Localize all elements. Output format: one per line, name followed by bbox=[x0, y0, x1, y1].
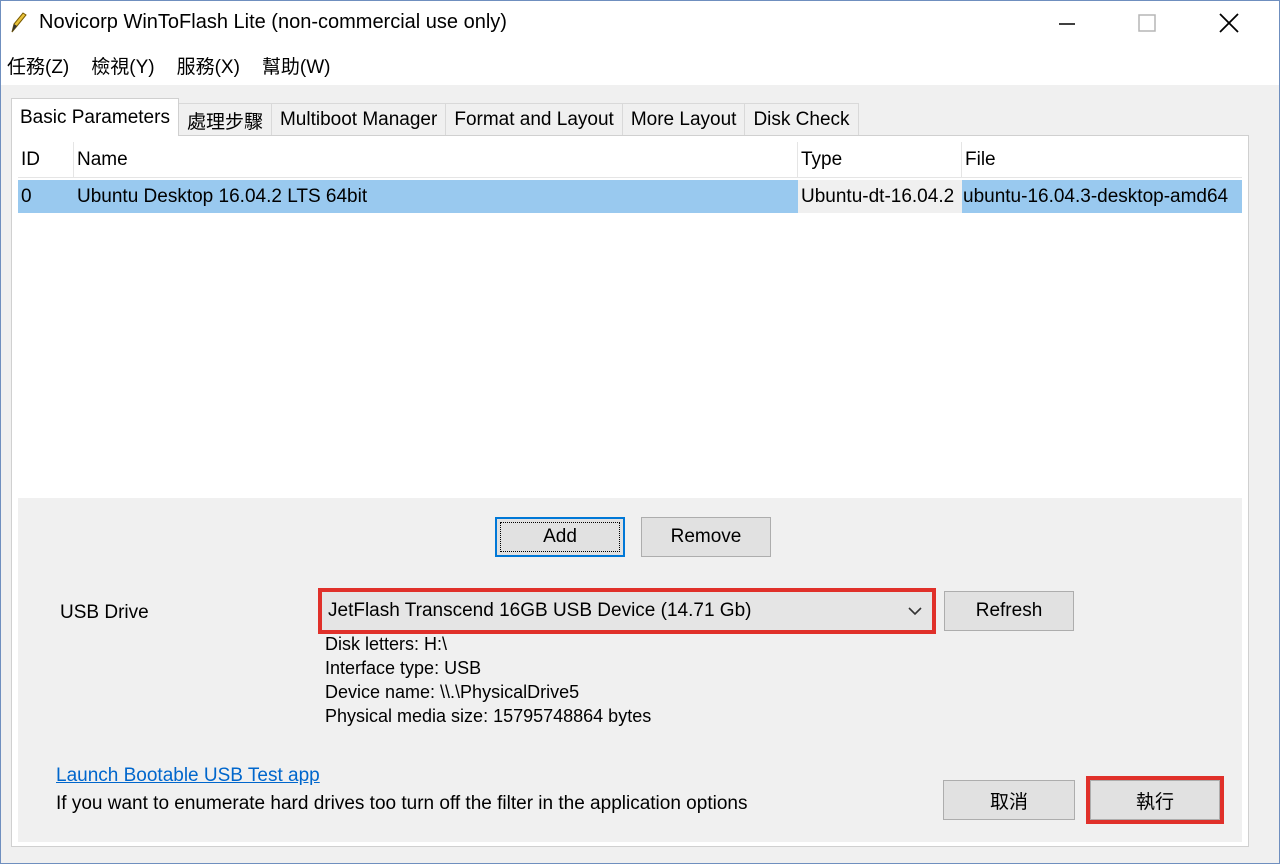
cell-file: ubuntu-16.04.3-desktop-amd64 bbox=[963, 185, 1229, 207]
tab-strip: Basic Parameters 處理步驟 Multiboot Manager … bbox=[11, 98, 859, 136]
app-window: Novicorp WinToFlash Lite (non-commercial… bbox=[0, 0, 1280, 864]
maximize-button[interactable] bbox=[1107, 1, 1187, 45]
menu-help[interactable]: 幫助(W) bbox=[254, 52, 339, 79]
interface-type: Interface type: USB bbox=[325, 658, 482, 678]
tab-more-layout[interactable]: More Layout bbox=[621, 103, 746, 136]
pencil-app-icon bbox=[7, 11, 29, 35]
minimize-icon bbox=[1059, 23, 1075, 25]
close-button[interactable] bbox=[1189, 1, 1269, 45]
execute-highlight: 執行 bbox=[1086, 776, 1224, 824]
tab-format-and-layout[interactable]: Format and Layout bbox=[445, 103, 623, 136]
settings-area: Add Remove USB Drive JetFlash Transcend … bbox=[18, 498, 1242, 842]
cancel-button[interactable]: 取消 bbox=[943, 780, 1075, 820]
menu-view[interactable]: 檢視(Y) bbox=[83, 52, 162, 79]
cell-type: Ubuntu-dt-16.04.2 bbox=[798, 180, 962, 213]
disk-info: Disk letters: H:\ Interface type: USB De… bbox=[325, 632, 651, 728]
usb-drive-select[interactable]: JetFlash Transcend 16GB USB Device (14.7… bbox=[318, 588, 936, 634]
refresh-button[interactable]: Refresh bbox=[944, 591, 1074, 631]
table-row[interactable]: 0 Ubuntu Desktop 16.04.2 LTS 64bit Ubunt… bbox=[18, 180, 1242, 213]
minimize-button[interactable] bbox=[1027, 1, 1107, 45]
column-header-type[interactable]: Type bbox=[798, 142, 962, 178]
column-header-name[interactable]: Name bbox=[74, 142, 798, 178]
usb-drive-selected-value: JetFlash Transcend 16GB USB Device (14.7… bbox=[328, 600, 752, 621]
basic-parameters-panel: ID Name Type File 0 Ubuntu Desktop 16.04… bbox=[11, 135, 1249, 847]
menu-task[interactable]: 任務(Z) bbox=[1, 52, 77, 79]
column-header-id[interactable]: ID bbox=[18, 142, 74, 178]
cell-name: Ubuntu Desktop 16.04.2 LTS 64bit bbox=[77, 185, 368, 207]
tab-disk-check[interactable]: Disk Check bbox=[744, 103, 859, 136]
tab-processing-steps[interactable]: 處理步驟 bbox=[177, 103, 272, 136]
column-header-file[interactable]: File bbox=[962, 142, 1242, 178]
chevron-down-icon bbox=[908, 607, 922, 616]
image-list[interactable]: ID Name Type File 0 Ubuntu Desktop 16.04… bbox=[18, 142, 1242, 498]
device-name: Device name: \\.\PhysicalDrive5 bbox=[325, 682, 580, 702]
usb-drive-label: USB Drive bbox=[60, 602, 149, 623]
disk-letters: Disk letters: H:\ bbox=[325, 634, 448, 654]
title-bar[interactable]: Novicorp WinToFlash Lite (non-commercial… bbox=[1, 1, 1279, 45]
launch-usb-test-link[interactable]: Launch Bootable USB Test app bbox=[56, 765, 320, 787]
execute-button[interactable]: 執行 bbox=[1090, 780, 1220, 820]
menu-bar: 任務(Z) 檢視(Y) 服務(X) 幫助(W) bbox=[1, 45, 1279, 85]
add-button[interactable]: Add bbox=[495, 517, 625, 557]
list-header: ID Name Type File bbox=[18, 142, 1242, 178]
maximize-icon bbox=[1138, 14, 1156, 32]
filter-hint: If you want to enumerate hard drives too… bbox=[56, 793, 748, 814]
tab-basic-parameters[interactable]: Basic Parameters bbox=[11, 98, 179, 136]
tab-multiboot-manager[interactable]: Multiboot Manager bbox=[270, 103, 447, 136]
physical-media-size: Physical media size: 15795748864 bytes bbox=[325, 706, 652, 726]
window-title: Novicorp WinToFlash Lite (non-commercial… bbox=[39, 11, 507, 33]
add-button-label: Add bbox=[543, 526, 577, 547]
cell-id: 0 bbox=[21, 185, 32, 207]
menu-service[interactable]: 服務(X) bbox=[169, 52, 248, 79]
remove-button[interactable]: Remove bbox=[641, 517, 771, 557]
close-icon bbox=[1219, 13, 1239, 33]
